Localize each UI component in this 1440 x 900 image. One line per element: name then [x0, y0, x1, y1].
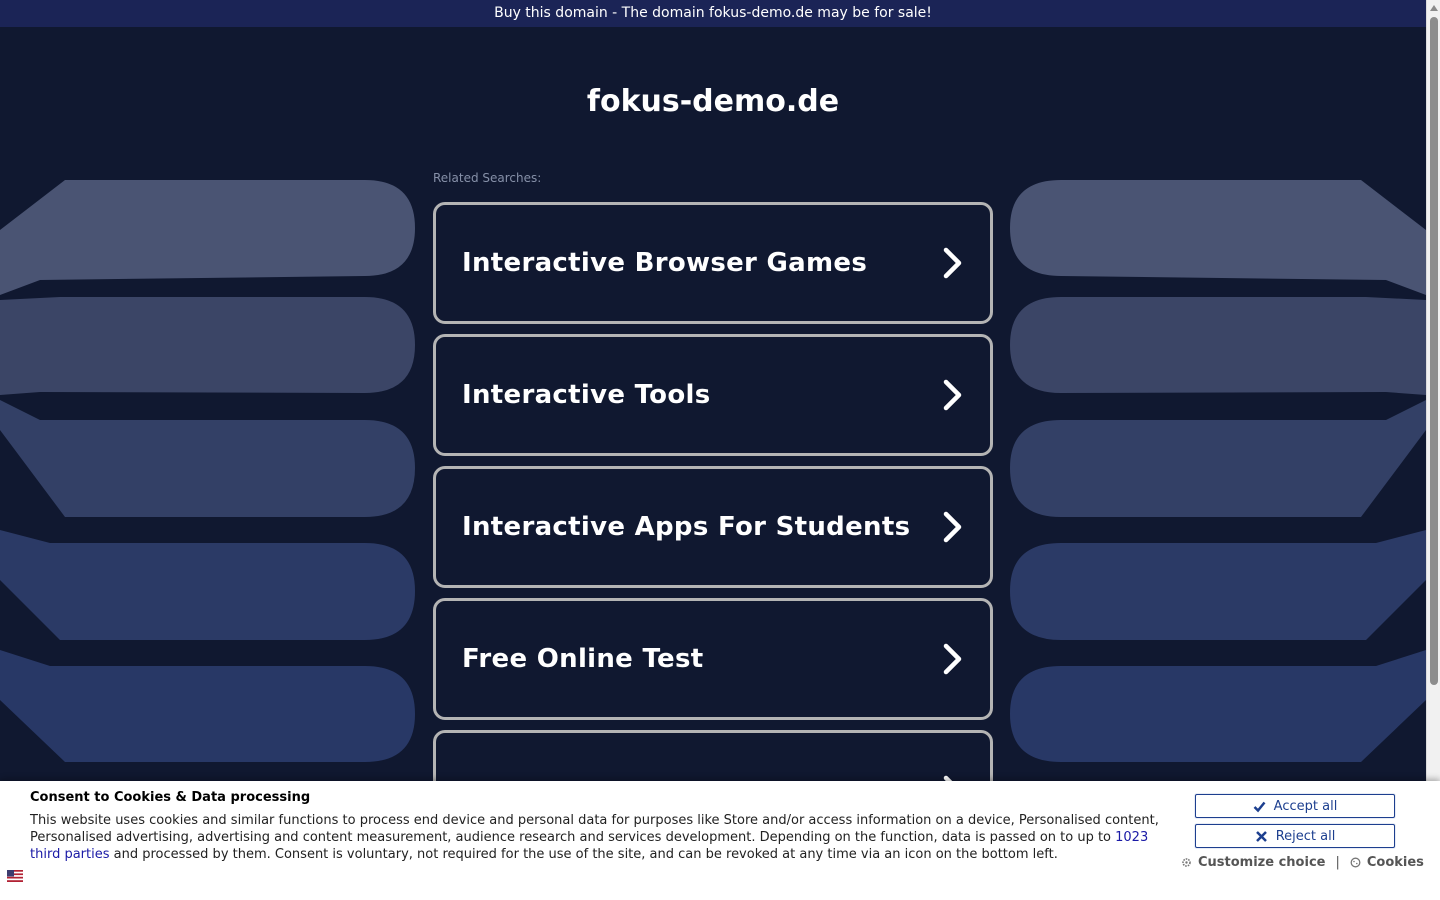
accept-all-button[interactable]: Accept all	[1195, 794, 1395, 818]
search-link-interactive-tools[interactable]: Interactive Tools	[433, 334, 993, 456]
page-scrollbar[interactable]	[1426, 0, 1440, 900]
search-link-apps-for-students[interactable]: Interactive Apps For Students	[433, 466, 993, 588]
chevron-right-icon	[943, 511, 962, 543]
sale-banner[interactable]: Buy this domain - The domain fokus-demo.…	[0, 0, 1426, 27]
cookie-icon	[1350, 857, 1361, 868]
search-link-label: Interactive Browser Games	[462, 248, 868, 278]
search-link-label: Free Online Test	[462, 644, 704, 674]
link-separator: |	[1335, 855, 1340, 870]
search-link-browser-games[interactable]: Interactive Browser Games	[433, 202, 993, 324]
cookie-consent-banner: Consent to Cookies & Data processing Thi…	[0, 781, 1440, 900]
consent-description: This website uses cookies and similar fu…	[30, 812, 1165, 863]
reject-all-button[interactable]: Reject all	[1195, 824, 1395, 848]
related-searches-label: Related Searches:	[433, 171, 542, 185]
cookies-link[interactable]: Cookies	[1367, 855, 1424, 870]
consent-text-part: and processed by them. Consent is volunt…	[109, 847, 1058, 862]
customize-choice-link[interactable]: Customize choice	[1198, 855, 1325, 870]
search-link-label: Interactive Tools	[462, 380, 711, 410]
gear-icon	[1182, 858, 1191, 867]
checkmark-icon	[1253, 801, 1266, 812]
scroll-thumb[interactable]	[1430, 17, 1438, 685]
consent-title: Consent to Cookies & Data processing	[30, 790, 311, 805]
consent-secondary-links: Customize choice | Cookies	[1181, 855, 1424, 870]
search-link-free-online-test[interactable]: Free Online Test	[433, 598, 993, 720]
chevron-right-icon	[943, 643, 962, 675]
us-flag-icon[interactable]	[7, 870, 23, 882]
reject-all-label: Reject all	[1275, 828, 1336, 844]
close-icon	[1255, 830, 1267, 842]
search-link-label: Interactive Apps For Students	[462, 512, 911, 542]
related-searches-list: Interactive Browser Games Interactive To…	[433, 202, 993, 862]
chevron-right-icon	[943, 379, 962, 411]
scroll-up-arrow-icon[interactable]	[1430, 5, 1438, 11]
domain-title: fokus-demo.de	[586, 84, 840, 119]
chevron-right-icon	[943, 247, 962, 279]
accept-all-label: Accept all	[1273, 798, 1338, 814]
consent-text-part: This website uses cookies and similar fu…	[30, 813, 1159, 845]
